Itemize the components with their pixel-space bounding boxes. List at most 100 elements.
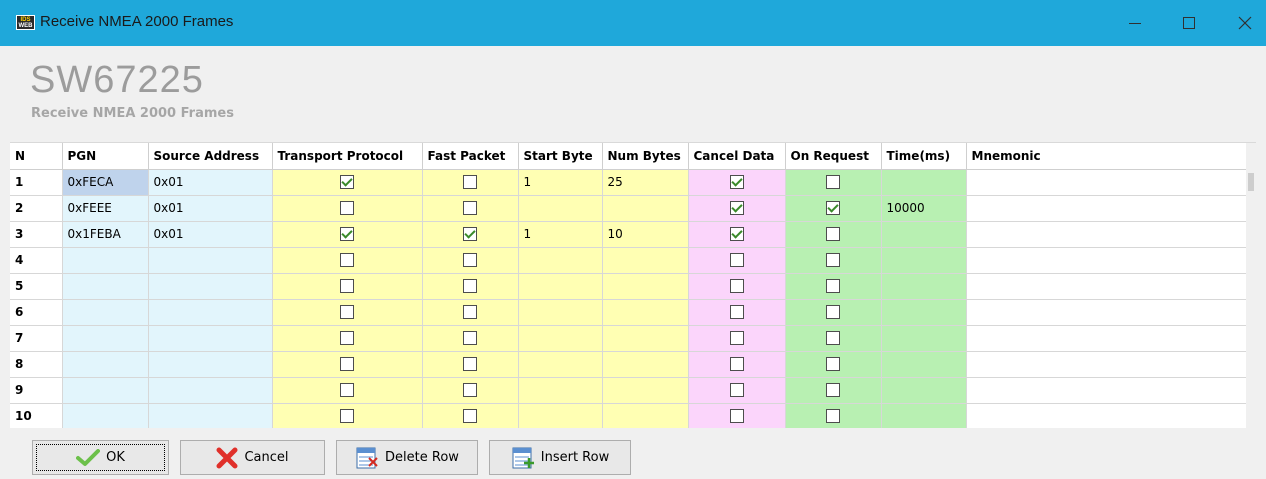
header-col-transport-protocol[interactable]: Transport Protocol: [272, 143, 423, 170]
header-col-cancel-data[interactable]: Cancel Data: [688, 143, 786, 170]
cancel-checkbox[interactable]: [729, 201, 744, 216]
table-row[interactable]: 7: [10, 325, 1256, 352]
onreq-checkbox[interactable]: [826, 383, 840, 398]
cell-onreq[interactable]: [785, 377, 882, 404]
minimize-button[interactable]: [1110, 0, 1160, 46]
cell-fast[interactable]: [422, 351, 519, 378]
cell-onreq[interactable]: [785, 169, 882, 196]
table-row[interactable]: 5: [10, 273, 1256, 300]
cell-mnemonic[interactable]: [966, 325, 1256, 352]
cell-transport[interactable]: [272, 351, 423, 378]
cell-cancel[interactable]: [688, 195, 786, 222]
cell-num[interactable]: 10: [602, 221, 689, 248]
cell-pgn[interactable]: 0xFECA: [62, 169, 149, 196]
cell-onreq[interactable]: [785, 403, 882, 428]
cell-cancel[interactable]: [688, 169, 786, 196]
fast-checkbox[interactable]: [463, 331, 477, 346]
cancel-button[interactable]: Cancel: [180, 440, 325, 475]
onreq-checkbox[interactable]: [826, 305, 840, 320]
cell-num[interactable]: [602, 195, 689, 222]
fast-checkbox[interactable]: [463, 279, 477, 294]
cell-transport[interactable]: [272, 169, 423, 196]
cell-start[interactable]: 1: [518, 221, 603, 248]
cell-fast[interactable]: [422, 169, 519, 196]
transport-checkbox[interactable]: [340, 305, 354, 320]
transport-checkbox[interactable]: [340, 253, 354, 268]
cell-time[interactable]: [881, 273, 967, 300]
table-row[interactable]: 9: [10, 377, 1256, 404]
cell-time[interactable]: [881, 325, 967, 352]
onreq-checkbox[interactable]: [826, 253, 840, 268]
cell-num[interactable]: [602, 351, 689, 378]
cell-cancel[interactable]: [688, 351, 786, 378]
cell-cancel[interactable]: [688, 221, 786, 248]
fast-checkbox[interactable]: [463, 227, 477, 242]
scrollbar-thumb[interactable]: [1248, 173, 1254, 191]
frames-grid[interactable]: N PGN Source Address Transport Protocol Fast…: [10, 142, 1256, 428]
cell-pgn[interactable]: [62, 403, 149, 428]
cell-pgn[interactable]: [62, 325, 149, 352]
table-row[interactable]: 4: [10, 247, 1256, 274]
cell-start[interactable]: [518, 351, 603, 378]
cell-cancel[interactable]: [688, 325, 786, 352]
cell-start[interactable]: [518, 377, 603, 404]
header-col-fast-packet[interactable]: Fast Packet: [422, 143, 519, 170]
table-row[interactable]: 8: [10, 351, 1256, 378]
onreq-checkbox[interactable]: [826, 227, 840, 242]
cell-start[interactable]: [518, 299, 603, 326]
cell-fast[interactable]: [422, 247, 519, 274]
cell-start[interactable]: [518, 247, 603, 274]
cell-time[interactable]: [881, 169, 967, 196]
table-row[interactable]: 1 0xFECA 0x01 1 25: [10, 169, 1256, 196]
cell-source[interactable]: 0x01: [148, 221, 273, 248]
cell-time[interactable]: [881, 351, 967, 378]
cell-transport[interactable]: [272, 273, 423, 300]
vertical-scrollbar[interactable]: [1246, 143, 1256, 428]
fast-checkbox[interactable]: [463, 201, 477, 216]
onreq-checkbox[interactable]: [826, 175, 840, 190]
cell-mnemonic[interactable]: [966, 221, 1256, 248]
fast-checkbox[interactable]: [463, 253, 477, 268]
cell-mnemonic[interactable]: [966, 195, 1256, 222]
header-col-num-bytes[interactable]: Num Bytes: [602, 143, 689, 170]
cell-num[interactable]: [602, 377, 689, 404]
header-col-pgn[interactable]: PGN: [62, 143, 149, 170]
cell-num[interactable]: [602, 247, 689, 274]
cell-onreq[interactable]: [785, 325, 882, 352]
transport-checkbox[interactable]: [340, 227, 354, 242]
cell-source[interactable]: 0x01: [148, 169, 273, 196]
cell-mnemonic[interactable]: [966, 273, 1256, 300]
cell-start[interactable]: [518, 325, 603, 352]
cell-source[interactable]: [148, 403, 273, 428]
cell-mnemonic[interactable]: [966, 247, 1256, 274]
cell-transport[interactable]: [272, 247, 423, 274]
cell-start[interactable]: [518, 403, 603, 428]
cell-start[interactable]: 1: [518, 169, 603, 196]
cell-fast[interactable]: [422, 403, 519, 428]
cell-pgn[interactable]: 0x1FEBA: [62, 221, 149, 248]
cell-transport[interactable]: [272, 377, 423, 404]
cell-source[interactable]: [148, 299, 273, 326]
transport-checkbox[interactable]: [340, 201, 354, 216]
transport-checkbox[interactable]: [340, 357, 354, 372]
cancel-checkbox[interactable]: [729, 227, 744, 242]
cell-num[interactable]: [602, 403, 689, 428]
cell-pgn[interactable]: [62, 247, 149, 274]
header-col-source-address[interactable]: Source Address: [148, 143, 273, 170]
cell-mnemonic[interactable]: [966, 377, 1256, 404]
cell-start[interactable]: [518, 273, 603, 300]
transport-checkbox[interactable]: [340, 279, 354, 294]
fast-checkbox[interactable]: [463, 409, 477, 424]
onreq-checkbox[interactable]: [826, 409, 840, 424]
transport-checkbox[interactable]: [340, 383, 354, 398]
table-row[interactable]: 10: [10, 403, 1256, 428]
cell-pgn[interactable]: [62, 351, 149, 378]
cell-transport[interactable]: [272, 299, 423, 326]
cell-cancel[interactable]: [688, 377, 786, 404]
cancel-checkbox[interactable]: [729, 305, 744, 320]
cell-onreq[interactable]: [785, 299, 882, 326]
delete-row-button[interactable]: Delete Row: [336, 440, 478, 475]
cell-time[interactable]: [881, 247, 967, 274]
cell-pgn[interactable]: [62, 377, 149, 404]
transport-checkbox[interactable]: [340, 331, 354, 346]
